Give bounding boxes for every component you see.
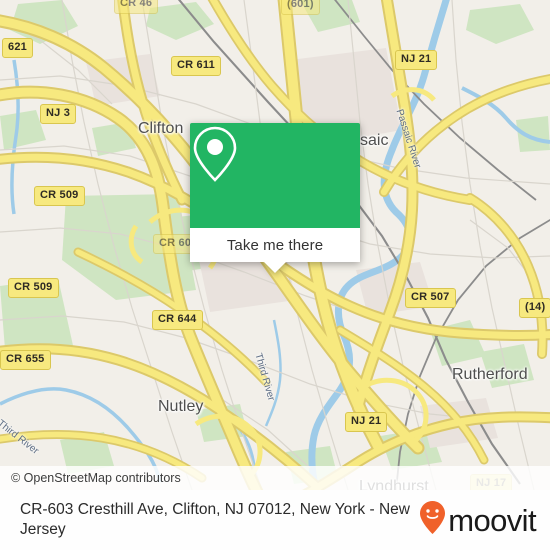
route-shield-cr507[interactable]: CR 507 (405, 288, 456, 308)
moovit-pin-icon (419, 500, 446, 541)
route-shield-601[interactable]: (601) (281, 0, 320, 15)
place-label-nutley: Nutley (158, 398, 204, 415)
screenshot-root: Clifton ssaic Rutherford Nutley Lyndhurs… (0, 0, 550, 550)
place-label-clifton: Clifton (138, 120, 184, 137)
route-shield-14[interactable]: (14) (519, 298, 550, 318)
route-shield-cr509-north[interactable]: CR 509 (34, 186, 85, 206)
route-shield-cr611[interactable]: CR 611 (171, 56, 221, 76)
route-shield-cr655[interactable]: CR 655 (0, 350, 51, 370)
route-shield-cr644[interactable]: CR 644 (152, 310, 203, 330)
attribution-text[interactable]: © OpenStreetMap contributors (0, 471, 181, 485)
popup-action-label: Take me there (226, 236, 324, 254)
route-shield-nj21-north[interactable]: NJ 21 (395, 50, 438, 70)
moovit-wordmark: moovit (448, 502, 536, 538)
moovit-logo[interactable]: moovit (419, 500, 537, 541)
popup-action-button[interactable]: Take me there (190, 228, 360, 262)
route-shield-cr509-south[interactable]: CR 509 (8, 278, 59, 298)
route-shield-cr46[interactable]: CR 46 (114, 0, 159, 14)
route-shield-621[interactable]: 621 (2, 38, 33, 58)
route-shield-nj3[interactable]: NJ 3 (40, 104, 77, 124)
popup-header (190, 123, 360, 228)
map-canvas[interactable]: Clifton ssaic Rutherford Nutley Lyndhurs… (0, 0, 550, 490)
popup-pointer-tail (264, 262, 286, 273)
address-title: CR-603 Cresthill Ave, Clifton, NJ 07012,… (20, 500, 410, 538)
location-popup[interactable]: Take me there (190, 123, 360, 273)
footer-bar: CR-603 Cresthill Ave, Clifton, NJ 07012,… (0, 490, 550, 550)
route-shield-nj21-south[interactable]: NJ 21 (345, 412, 388, 432)
map-attribution-bar: © OpenStreetMap contributors (0, 466, 550, 490)
place-label-rutherford: Rutherford (452, 366, 528, 383)
